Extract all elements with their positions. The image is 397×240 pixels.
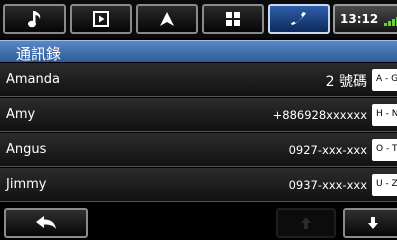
contact-number: 2 號碼 <box>325 74 367 90</box>
tab-apps[interactable] <box>202 4 264 34</box>
tab-music[interactable] <box>3 4 66 34</box>
contact-row-amy[interactable]: Amy +886928xxxxxx H - N <box>0 98 397 132</box>
clock-time: 13:12 <box>340 12 379 26</box>
scroll-down-button[interactable] <box>343 208 397 238</box>
page-title: 通訊錄 <box>16 45 62 63</box>
status-clock: 13:12 <box>333 4 397 34</box>
back-arrow-icon <box>36 216 56 229</box>
scroll-up-button[interactable] <box>276 208 336 238</box>
phone-icon <box>291 12 306 25</box>
contact-name: Amy <box>6 107 36 122</box>
back-button[interactable] <box>4 208 88 238</box>
contact-number: +886928xxxxxx <box>272 108 367 122</box>
grid-menu-icon <box>226 12 240 26</box>
contact-row-jimmy[interactable]: Jimmy 0937-xxx-xxx U - Z <box>0 168 397 202</box>
index-button-h-n[interactable]: H - N <box>372 104 397 126</box>
contact-row-angus[interactable]: Angus 0927-xxx-xxx O - T <box>0 133 397 167</box>
bottom-bar <box>0 206 397 240</box>
contact-name: Amanda <box>6 72 60 87</box>
video-play-icon <box>93 11 109 27</box>
contact-number: 0927-xxx-xxx <box>288 143 367 157</box>
signal-strength-icon <box>384 17 397 26</box>
arrow-up-icon <box>301 217 311 229</box>
index-button-a-g[interactable]: A - G <box>372 69 397 91</box>
index-button-o-t[interactable]: O - T <box>372 139 397 161</box>
arrow-down-icon <box>368 217 378 229</box>
contact-name: Angus <box>6 142 47 157</box>
navigation-arrow-icon <box>160 12 174 26</box>
index-button-u-z[interactable]: U - Z <box>372 174 397 196</box>
tab-navigation[interactable] <box>136 4 198 34</box>
top-tab-bar: 13:12 <box>0 0 397 38</box>
contact-row-amanda[interactable]: Amanda 2 號碼 A - G <box>0 63 397 97</box>
contact-number: 0937-xxx-xxx <box>288 178 367 192</box>
tab-video[interactable] <box>70 4 132 34</box>
tab-phone[interactable] <box>268 4 330 34</box>
page-title-bar: 通訊錄 <box>0 40 397 63</box>
contact-name: Jimmy <box>6 177 47 192</box>
music-note-icon <box>27 11 40 28</box>
